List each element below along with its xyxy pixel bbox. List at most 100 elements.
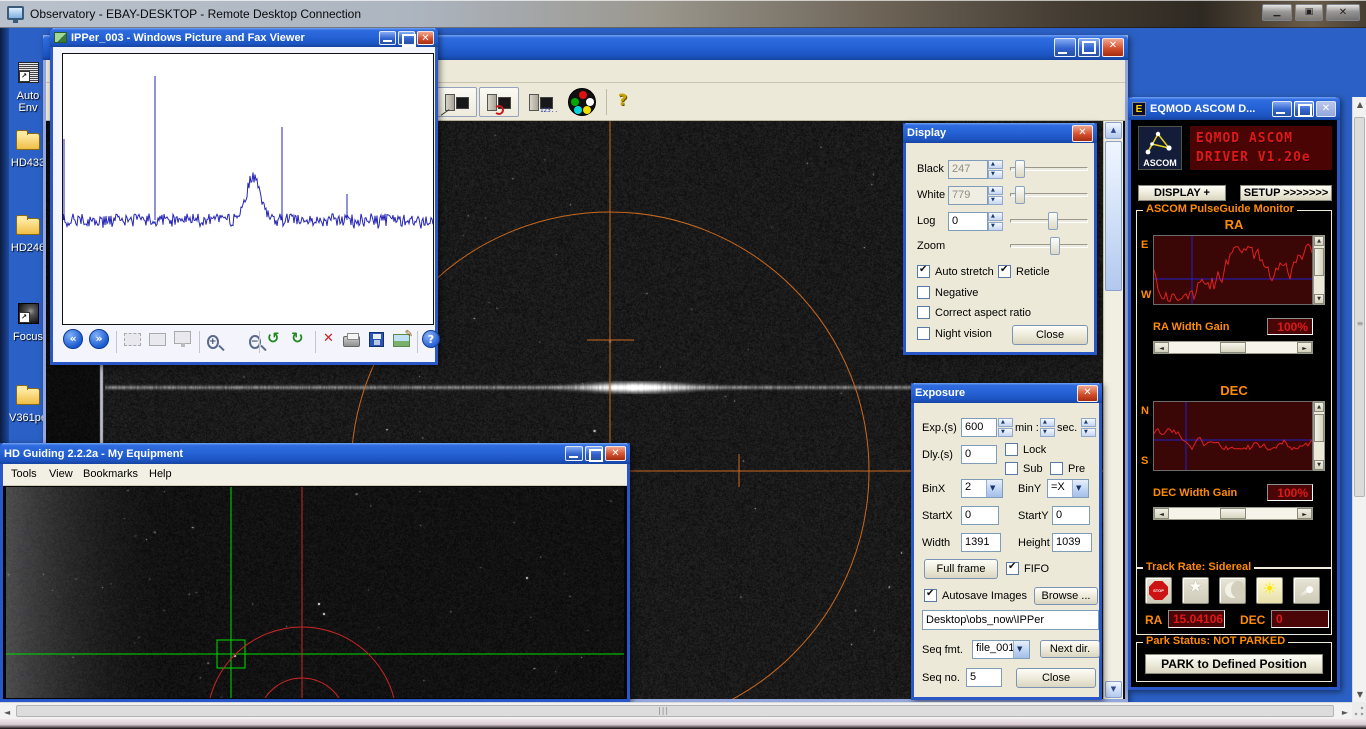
close-button[interactable] bbox=[1072, 125, 1093, 142]
startx-field[interactable]: 0 bbox=[961, 506, 999, 525]
track-lunar-button[interactable] bbox=[1219, 577, 1246, 604]
rdp-titlebar[interactable]: Observatory - EBAY-DESKTOP - Remote Desk… bbox=[0, 0, 1366, 28]
autosave-path-field[interactable]: Desktop\obs_now\IPPer bbox=[922, 610, 1099, 630]
minimize-button[interactable] bbox=[565, 446, 583, 461]
white-spinner[interactable] bbox=[988, 186, 1003, 205]
display-plus-button[interactable]: DISPLAY + bbox=[1138, 185, 1226, 201]
host-vertical-scrollbar[interactable]: ▲ ≡ ▼ bbox=[1352, 97, 1366, 702]
viewer-titlebar[interactable]: IPPer_003 - Windows Picture and Fax View… bbox=[50, 28, 438, 47]
save-button[interactable] bbox=[369, 332, 384, 347]
scroll-thumb[interactable] bbox=[16, 705, 1334, 717]
negative-checkbox[interactable] bbox=[917, 286, 930, 299]
setup-button[interactable]: SETUP >>>>>>> bbox=[1240, 185, 1332, 201]
browse-button[interactable]: Browse ... bbox=[1034, 587, 1098, 605]
log-spinner[interactable] bbox=[988, 212, 1003, 231]
log-field[interactable]: 0 bbox=[948, 212, 988, 231]
display-close-button[interactable]: Close bbox=[1012, 325, 1088, 345]
menu-bookmarks[interactable]: Bookmarks bbox=[83, 468, 138, 480]
seq-fmt-dropdown[interactable]: file_001 bbox=[972, 640, 1030, 659]
best-fit-button[interactable] bbox=[124, 333, 141, 346]
scroll-down-arrow[interactable]: ▼ bbox=[1353, 690, 1366, 699]
exposure-titlebar[interactable]: Exposure bbox=[911, 383, 1102, 403]
reticle-checkbox[interactable] bbox=[998, 265, 1011, 278]
minimize-button[interactable] bbox=[1272, 101, 1292, 117]
exposure-close-button[interactable]: Close bbox=[1016, 668, 1096, 688]
track-stop-button[interactable]: STOP bbox=[1145, 577, 1172, 604]
close-button[interactable] bbox=[417, 31, 434, 45]
maximize-button[interactable] bbox=[1294, 101, 1314, 117]
width-field[interactable]: 1391 bbox=[961, 533, 1001, 552]
print-button[interactable] bbox=[343, 336, 360, 347]
capture-image-button[interactable] bbox=[437, 87, 477, 117]
host-maximize-button[interactable] bbox=[1295, 4, 1323, 21]
maximize-button[interactable] bbox=[585, 446, 603, 461]
black-spinner[interactable] bbox=[988, 160, 1003, 179]
ra-width-gain-slider[interactable]: ◄► bbox=[1153, 341, 1313, 354]
close-button[interactable] bbox=[1102, 38, 1124, 57]
menu-view[interactable]: View bbox=[49, 468, 73, 480]
dec-graph-scrollbar[interactable]: ▲▼ bbox=[1313, 401, 1325, 471]
sub-checkbox[interactable] bbox=[1005, 462, 1018, 475]
scroll-up-arrow[interactable] bbox=[1105, 122, 1122, 139]
scroll-thumb[interactable] bbox=[1105, 141, 1122, 291]
rotate-clockwise-button[interactable]: ↻ bbox=[291, 329, 304, 347]
height-field[interactable]: 1039 bbox=[1052, 533, 1092, 552]
fifo-checkbox[interactable] bbox=[1006, 562, 1019, 575]
ra-graph-scrollbar[interactable]: ▲▼ bbox=[1313, 235, 1325, 305]
auto-stretch-checkbox[interactable] bbox=[917, 265, 930, 278]
rotate-counterclockwise-button[interactable]: ↺ bbox=[267, 329, 280, 347]
min-spinner[interactable] bbox=[1040, 418, 1055, 437]
lock-checkbox[interactable] bbox=[1005, 443, 1018, 456]
seq-no-field[interactable]: 5 bbox=[966, 668, 1002, 687]
maximize-button[interactable] bbox=[1078, 38, 1100, 57]
binx-dropdown[interactable]: 2 bbox=[961, 479, 1003, 498]
dropdown-arrow-icon[interactable] bbox=[1013, 641, 1029, 658]
resize-grip-icon[interactable] bbox=[1354, 706, 1364, 716]
dropdown-arrow-icon[interactable] bbox=[986, 480, 1002, 497]
black-field[interactable]: 247 bbox=[948, 160, 988, 179]
exp-spinner[interactable] bbox=[998, 418, 1013, 437]
biny-dropdown[interactable]: =X bbox=[1047, 479, 1089, 498]
scroll-thumb[interactable] bbox=[1354, 117, 1365, 497]
correct-aspect-checkbox[interactable] bbox=[917, 306, 930, 319]
black-slider[interactable] bbox=[1010, 159, 1088, 179]
zoom-in-button[interactable]: + bbox=[207, 335, 219, 349]
menu-help[interactable]: Help bbox=[149, 468, 172, 480]
exp-field[interactable]: 600 bbox=[961, 418, 997, 437]
scroll-up-arrow[interactable]: ▲ bbox=[1353, 100, 1366, 109]
host-minimize-button[interactable] bbox=[1262, 4, 1292, 21]
previous-image-button[interactable]: « bbox=[63, 329, 83, 349]
help-icon[interactable]: ? bbox=[618, 90, 627, 109]
actual-size-button[interactable] bbox=[149, 333, 166, 346]
maximize-button[interactable] bbox=[398, 31, 415, 45]
menu-tools[interactable]: Tools bbox=[11, 468, 37, 480]
image-vertical-scrollbar[interactable] bbox=[1103, 121, 1123, 699]
sec-spinner[interactable] bbox=[1081, 418, 1096, 437]
night-vision-checkbox[interactable] bbox=[917, 327, 930, 340]
color-wheel-button[interactable] bbox=[568, 88, 596, 116]
log-slider[interactable] bbox=[1010, 211, 1088, 231]
autosave-checkbox[interactable] bbox=[924, 589, 937, 602]
eqmod-titlebar[interactable]: E EQMOD ASCOM D... bbox=[1128, 97, 1340, 120]
next-image-button[interactable]: » bbox=[89, 329, 109, 349]
park-button[interactable]: PARK to Defined Position bbox=[1145, 654, 1323, 674]
display-titlebar[interactable]: Display bbox=[903, 123, 1097, 143]
capture-sequence-button[interactable]: 123.. bbox=[521, 87, 561, 117]
minimize-button[interactable] bbox=[1054, 38, 1076, 57]
close-button[interactable] bbox=[605, 446, 626, 461]
zoom-slider[interactable] bbox=[1010, 236, 1088, 256]
edit-button[interactable] bbox=[393, 334, 410, 347]
dly-field[interactable]: 0 bbox=[961, 445, 997, 464]
track-sidereal-button[interactable]: ★ bbox=[1182, 577, 1209, 604]
help-button[interactable]: ? bbox=[422, 330, 440, 348]
capture-loop-button[interactable] bbox=[479, 87, 519, 117]
full-frame-button[interactable]: Full frame bbox=[924, 559, 998, 579]
scroll-left-arrow[interactable]: ◄ bbox=[4, 708, 10, 717]
slideshow-button[interactable] bbox=[174, 331, 191, 344]
guiding-titlebar[interactable]: HD Guiding 2.2.2a - My Equipment bbox=[0, 443, 630, 464]
host-horizontal-scrollbar[interactable]: ◄ ||| ► bbox=[0, 702, 1352, 719]
white-slider[interactable] bbox=[1010, 185, 1088, 205]
scroll-right-arrow[interactable]: ► bbox=[1342, 708, 1348, 717]
scroll-down-arrow[interactable] bbox=[1105, 681, 1122, 698]
next-dir-button[interactable]: Next dir. bbox=[1040, 640, 1100, 658]
